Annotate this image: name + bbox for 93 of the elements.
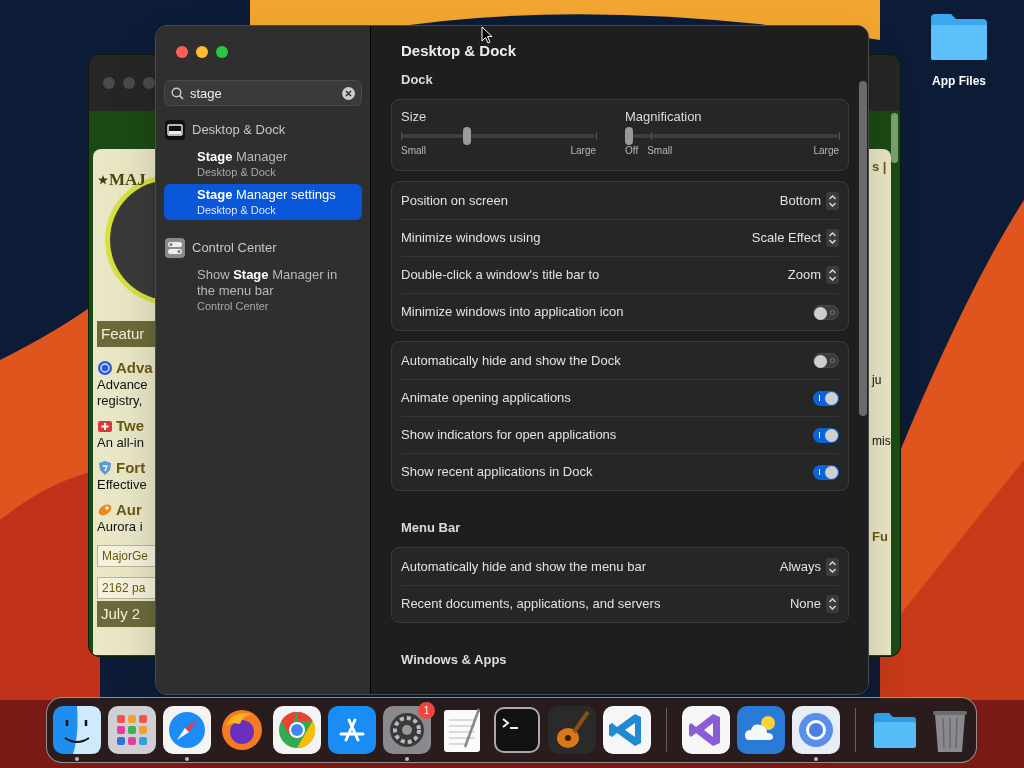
stepper-icon	[826, 191, 839, 210]
sidebar-section[interactable]: Control Center	[192, 238, 277, 258]
slider[interactable]	[625, 127, 839, 145]
gear-icon[interactable]	[383, 706, 431, 754]
clear-icon[interactable]	[342, 87, 355, 100]
stepper-icon	[826, 595, 839, 613]
slider[interactable]	[401, 127, 596, 145]
setting-label: Minimize windows into application icon	[401, 303, 624, 322]
close-button[interactable]	[176, 46, 188, 58]
setting-label: Show recent applications in Dock	[401, 463, 593, 482]
dock-separator	[666, 708, 667, 752]
scale-label: Off	[625, 145, 639, 157]
search-result[interactable]: Stage Manager settings Desktop & Dock	[164, 184, 362, 220]
scale-label: Large	[813, 145, 839, 157]
cloud-sun-icon[interactable]	[737, 706, 785, 754]
folder-icon[interactable]	[929, 12, 989, 62]
notification-badge: 1	[418, 702, 435, 719]
scale-label: Small	[647, 145, 673, 157]
stepper-icon	[826, 266, 839, 284]
stepper-icon	[826, 229, 839, 247]
dock-separator	[855, 708, 856, 752]
star-icon	[98, 175, 108, 185]
toggle-switch[interactable]	[813, 353, 839, 368]
setting-label: Position on screen	[401, 191, 508, 210]
terminal-icon[interactable]	[493, 706, 541, 754]
item-description: An all-in	[97, 435, 144, 451]
scrollbar-thumb[interactable]	[891, 113, 898, 163]
section-heading: Dock	[401, 71, 434, 89]
folder-label[interactable]: App Files	[932, 72, 986, 90]
medical-kit-icon	[97, 418, 113, 434]
search-result[interactable]: Show Stage Manager in the menu bar Control Center	[164, 264, 362, 316]
section-heading: Menu Bar	[401, 519, 462, 537]
toggle-switch[interactable]	[813, 464, 839, 480]
disc-icon	[97, 360, 113, 376]
sidebar-section[interactable]: Desktop & Dock	[192, 120, 286, 140]
face-icon[interactable]	[53, 706, 101, 754]
text-field[interactable]: 2162 pa	[97, 577, 156, 599]
toggle-switch[interactable]	[813, 390, 839, 406]
search-result[interactable]: Stage Manager Desktop & Dock	[164, 146, 362, 182]
popup-button[interactable]: Always	[779, 556, 839, 577]
toggles-icon	[165, 238, 185, 258]
setting-label: Animate opening applications	[401, 389, 571, 408]
setting-label: Show indicators for open applications	[401, 426, 617, 445]
toggle-switch[interactable]	[813, 427, 839, 443]
stepper-icon	[826, 557, 839, 576]
text-field[interactable]: MajorGe	[97, 545, 156, 567]
popup-button[interactable]: Bottom	[779, 190, 839, 211]
section-banner: Featur	[97, 321, 156, 347]
item-title[interactable]: Adva	[116, 359, 153, 377]
guitar-icon[interactable]	[548, 706, 596, 754]
slider-thumb[interactable]	[462, 127, 471, 145]
letter-a-drawing-icon[interactable]	[328, 706, 376, 754]
item-title[interactable]: Aur	[116, 501, 142, 519]
item-title[interactable]: Twe	[116, 417, 145, 435]
item-description: registry,	[97, 393, 143, 409]
slider-thumb[interactable]	[625, 127, 633, 145]
setting-label: Minimize windows using	[401, 229, 541, 248]
item-description: Effective	[97, 477, 147, 493]
minimize-button[interactable]	[196, 46, 208, 58]
search-field[interactable]: stage	[164, 80, 362, 106]
popup-button[interactable]: Scale Effect	[751, 228, 839, 248]
setting-label: Automatically hide and show the Dock	[401, 351, 621, 370]
ring-icon[interactable]	[792, 706, 840, 754]
zoom-button[interactable]	[216, 46, 228, 58]
setting-label: Automatically hide and show the menu bar	[401, 557, 646, 576]
setting-label: Double-click a window's title bar to	[401, 266, 600, 285]
code-icon[interactable]	[603, 706, 651, 754]
setting-label: Recent documents, applications, and servers	[401, 595, 661, 614]
item-title[interactable]: s |	[872, 157, 887, 177]
item-title[interactable]: Fort	[116, 459, 146, 477]
scale-label: Large	[570, 145, 596, 157]
app-grid-icon[interactable]	[108, 706, 156, 754]
shield-icon	[97, 460, 113, 476]
display-icon	[165, 120, 185, 140]
item-title[interactable]: Fu	[872, 527, 888, 547]
slider-label: Magnification	[625, 109, 703, 125]
logo-text: MAJ	[109, 171, 146, 189]
popup-button[interactable]: Zoom	[787, 265, 839, 285]
item-description: Aurora i	[97, 519, 143, 535]
section-banner: July 2	[97, 601, 156, 627]
pointer-icon	[481, 26, 493, 44]
page-title: Desktop & Dock	[401, 41, 518, 61]
toggle-switch[interactable]	[813, 304, 839, 320]
popup-button[interactable]: None	[789, 594, 839, 614]
section-heading: Windows & Apps	[401, 651, 508, 669]
item-description: ju	[872, 372, 882, 389]
scrollbar-thumb[interactable]	[859, 81, 867, 416]
compass-icon[interactable]	[163, 706, 211, 754]
scale-label: Small	[401, 145, 426, 157]
item-description: mis	[872, 433, 891, 450]
item-description: Advance	[97, 377, 148, 393]
search-icon	[171, 87, 184, 100]
slider-label: Size	[401, 109, 428, 125]
